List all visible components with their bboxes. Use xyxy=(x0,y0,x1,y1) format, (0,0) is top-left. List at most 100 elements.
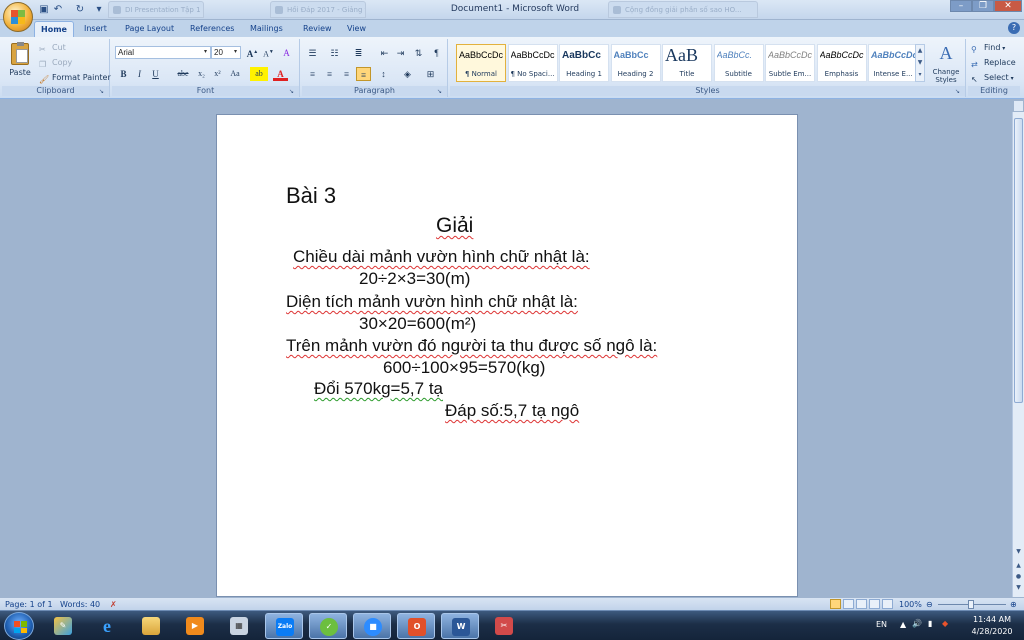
bold-button[interactable]: B xyxy=(116,67,131,81)
notification-icon[interactable]: ◆ xyxy=(942,619,948,628)
style-no-spaci[interactable]: AaBbCcDc ¶ No Spaci... xyxy=(507,44,558,82)
underline-button[interactable]: U xyxy=(148,67,163,81)
start-button[interactable] xyxy=(4,612,34,640)
sort-icon[interactable]: ⇅ xyxy=(411,46,426,60)
shrink-font-button[interactable]: A▼ xyxy=(261,46,276,60)
bullets-icon[interactable]: ☰ xyxy=(305,46,320,60)
font-size-combo[interactable]: 20 ▾ xyxy=(211,46,241,59)
style-subtle-em[interactable]: AaBbCcDc Subtle Em... xyxy=(765,44,815,82)
replace-button[interactable]: ⇄ Replace xyxy=(971,57,1016,69)
cut-button[interactable]: ✂ Cut xyxy=(39,42,66,54)
taskbar-ie[interactable]: e xyxy=(88,613,126,639)
taskbar-media-player[interactable]: ▶ xyxy=(176,613,214,639)
strikethrough-button[interactable]: abe xyxy=(174,67,192,81)
align-center-icon[interactable]: ≡ xyxy=(322,67,337,81)
change-case-button[interactable]: Aa xyxy=(226,67,244,81)
increase-indent-icon[interactable]: ⇥ xyxy=(393,46,408,60)
style-heading[interactable]: AaBbCc Heading 1 xyxy=(559,44,609,82)
taskbar-word[interactable]: W xyxy=(441,613,479,639)
superscript-button[interactable]: x² xyxy=(210,67,225,81)
format-painter-button[interactable]: 🖌 Format Painter xyxy=(39,72,111,84)
close-button[interactable]: ✕ xyxy=(994,0,1022,12)
draft-view-icon[interactable] xyxy=(882,599,893,609)
style-title[interactable]: AaB Title xyxy=(662,44,712,82)
tab-insert[interactable]: Insert xyxy=(78,21,113,37)
outline-view-icon[interactable] xyxy=(869,599,880,609)
doc-line[interactable]: 20÷2×3=30(m) xyxy=(359,268,470,290)
customize-icon[interactable]: ▾ xyxy=(95,3,103,17)
clear-formatting-button[interactable]: A xyxy=(279,46,294,60)
font-name-combo[interactable]: Arial ▾ xyxy=(115,46,211,59)
show-hidden-icons[interactable]: ▲ xyxy=(900,620,906,629)
tab-review[interactable]: Review xyxy=(297,21,338,37)
decrease-indent-icon[interactable]: ⇤ xyxy=(377,46,392,60)
align-left-icon[interactable]: ≡ xyxy=(305,67,320,81)
subscript-button[interactable]: x₂ xyxy=(194,67,209,81)
redo-icon[interactable]: ↻ xyxy=(73,3,87,17)
align-right-icon[interactable]: ≡ xyxy=(339,67,354,81)
clipboard-launcher-icon[interactable]: ↘ xyxy=(99,88,107,96)
taskbar-zoom[interactable]: ■ xyxy=(353,613,391,639)
style-subtitle[interactable]: AaBbCc. Subtitle xyxy=(713,44,764,82)
doc-line[interactable]: Đổi 570kg=5,7 tạ xyxy=(314,378,443,400)
proofing-icon[interactable]: ✗ xyxy=(110,599,117,610)
help-icon[interactable]: ? xyxy=(1008,22,1020,34)
style-emphasis[interactable]: AaBbCcDc Emphasis xyxy=(816,44,867,82)
tab-view[interactable]: View xyxy=(341,21,372,37)
find-button[interactable]: ⚲ Find ▾ xyxy=(971,42,1005,55)
clock-date[interactable]: 4/28/2020 xyxy=(964,627,1020,636)
justify-icon[interactable]: ≡ xyxy=(356,67,371,81)
previous-page-icon[interactable]: ▲ xyxy=(1014,562,1023,570)
font-color-button[interactable]: A xyxy=(273,67,288,81)
numbering-icon[interactable]: ☷ xyxy=(327,46,342,60)
print-layout-view-icon[interactable] xyxy=(830,599,841,609)
taskbar-office[interactable]: O xyxy=(397,613,435,639)
zoom-level[interactable]: 100% xyxy=(899,599,922,610)
doc-line[interactable]: Diện tích mảnh vườn hình chữ nhật là: xyxy=(286,291,578,313)
doc-line[interactable]: Trên mảnh vườn đó người ta thu được số n… xyxy=(286,335,657,357)
gallery-scroll[interactable]: ▲ ▼ ▾ xyxy=(915,44,925,82)
taskbar-explorer[interactable] xyxy=(132,613,170,639)
language-indicator[interactable]: EN xyxy=(876,620,887,629)
doc-line[interactable]: Chiều dài mảnh vườn hình chữ nhật là: xyxy=(293,246,590,268)
page-count[interactable]: Page: 1 of 1 xyxy=(5,599,53,610)
office-button[interactable] xyxy=(3,2,33,32)
doc-line[interactable]: 600÷100×95=570(kg) xyxy=(383,357,545,379)
tab-mailings[interactable]: Mailings xyxy=(244,21,289,37)
copy-button[interactable]: ❐ Copy xyxy=(39,57,72,69)
volume-icon[interactable]: 🔊 xyxy=(912,619,922,628)
zoom-slider-thumb[interactable] xyxy=(968,600,974,609)
background-window-tab[interactable]: Hồi Đáp 2017 - Giảng tập tiế... xyxy=(270,1,366,18)
scroll-down-icon[interactable]: ▼ xyxy=(1014,548,1023,556)
font-launcher-icon[interactable]: ↘ xyxy=(289,88,297,96)
zoom-out-icon[interactable]: ⊖ xyxy=(926,599,933,610)
taskbar-coccoc[interactable]: ✓ xyxy=(309,613,347,639)
paragraph-launcher-icon[interactable]: ↘ xyxy=(437,88,445,96)
minimize-button[interactable]: – xyxy=(950,0,972,12)
taskbar-calculator[interactable]: ▦ xyxy=(220,613,258,639)
background-window-tab[interactable]: DI Presentation Tập 1 P1 - 1... xyxy=(108,1,204,18)
style-heading[interactable]: AaBbCc Heading 2 xyxy=(610,44,661,82)
view-ruler-button[interactable] xyxy=(1013,100,1024,112)
next-page-icon[interactable]: ▼ xyxy=(1014,584,1023,592)
styles-launcher-icon[interactable]: ↘ xyxy=(955,88,963,96)
taskbar-paint[interactable]: ✎ xyxy=(44,613,82,639)
multilevel-list-icon[interactable]: ≣ xyxy=(351,46,366,60)
tab-home[interactable]: Home xyxy=(34,21,74,37)
select-button[interactable]: ↖ Select ▾ xyxy=(971,72,1014,85)
undo-icon[interactable]: ↶ xyxy=(51,3,65,17)
taskbar-zalo[interactable]: Zalo xyxy=(265,613,303,639)
shading-icon[interactable]: ◈ xyxy=(400,67,415,81)
browse-object-icon[interactable]: ● xyxy=(1014,573,1023,581)
italic-button[interactable]: I xyxy=(132,67,147,81)
clock-time[interactable]: 11:44 AM xyxy=(964,615,1020,624)
network-icon[interactable]: ▮ xyxy=(928,619,932,628)
word-count[interactable]: Words: 40 xyxy=(60,599,100,610)
document-page[interactable]: Bài 3 Giải Chiều dài mảnh vườn hình chữ … xyxy=(216,114,798,597)
paste-button[interactable]: Paste xyxy=(6,41,34,85)
show-formatting-button[interactable]: ¶ xyxy=(429,46,444,60)
save-icon[interactable]: ▣ xyxy=(37,3,51,17)
taskbar-snipping[interactable]: ✂ xyxy=(485,613,523,639)
background-window-tab[interactable]: Cộng đồng giải phần số sao HO... xyxy=(608,1,758,18)
change-styles-button[interactable]: A Change Styles xyxy=(928,41,964,87)
